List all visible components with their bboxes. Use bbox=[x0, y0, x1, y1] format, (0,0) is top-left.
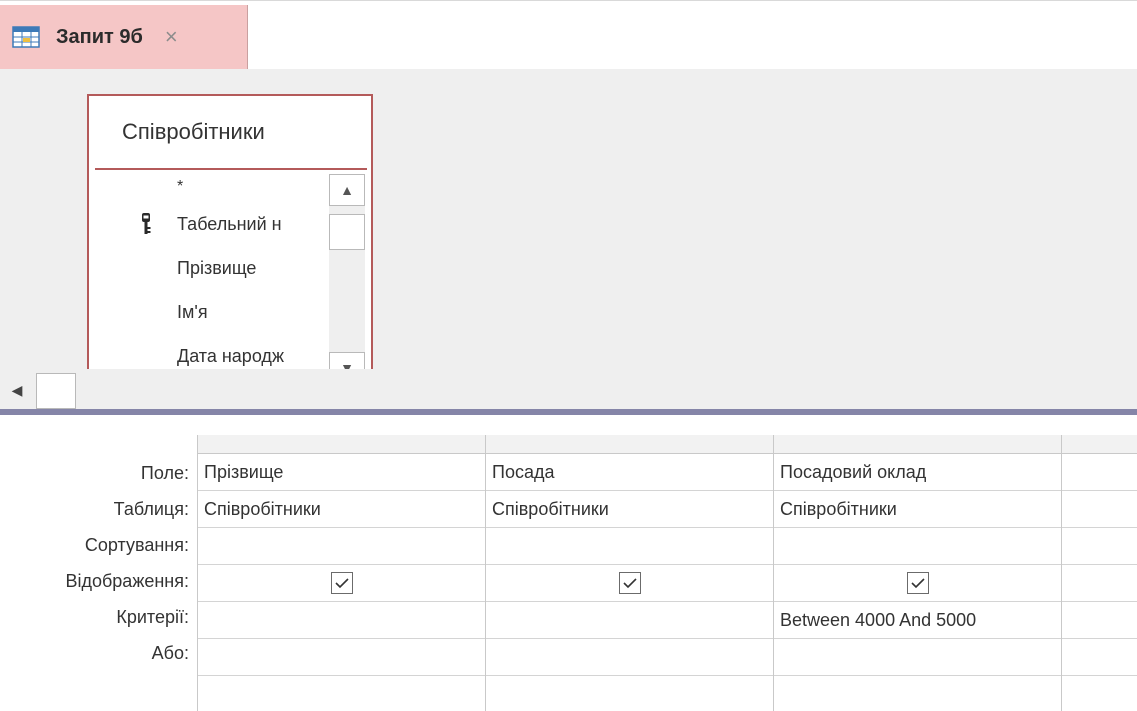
column-selector[interactable] bbox=[198, 435, 485, 454]
field-list-item[interactable]: Ім'я bbox=[89, 290, 327, 334]
field-cell[interactable] bbox=[1062, 454, 1137, 491]
table-cell[interactable]: Співробітники bbox=[774, 491, 1061, 528]
show-cell[interactable] bbox=[198, 565, 485, 602]
design-area-horizontal-scrollbar[interactable]: ◀ bbox=[0, 369, 1137, 409]
criteria-cell[interactable] bbox=[198, 602, 485, 639]
scroll-down-icon[interactable]: ▼ bbox=[329, 352, 365, 369]
table-field-list-title[interactable]: Співробітники bbox=[89, 96, 371, 168]
show-checkbox[interactable] bbox=[906, 572, 929, 594]
field-list-item-label: Табельний н bbox=[177, 214, 282, 234]
field-list-item[interactable]: Дата народж bbox=[89, 334, 327, 369]
table-field-list[interactable]: Співробітники * Табельний н Прізвище Ім'… bbox=[87, 94, 373, 369]
field-list-item-label: Прізвище bbox=[177, 258, 257, 278]
row-label-criteria: Критерії: bbox=[116, 607, 189, 627]
criteria-cell[interactable] bbox=[486, 602, 773, 639]
row-label-or: Або: bbox=[151, 643, 189, 663]
field-list-item-label: Дата народж bbox=[177, 346, 284, 366]
column-selector[interactable] bbox=[486, 435, 773, 454]
checkmark-icon bbox=[622, 578, 637, 589]
sort-cell[interactable] bbox=[774, 528, 1061, 565]
field-list-item-label: Ім'я bbox=[177, 302, 208, 322]
row-label-show: Відображення: bbox=[65, 571, 189, 591]
query-design-grid: Поле: Таблиця: Сортування: Відображення:… bbox=[0, 415, 1137, 711]
show-checkbox[interactable] bbox=[618, 572, 641, 594]
row-label-table: Таблиця: bbox=[113, 499, 189, 519]
grid-column: Прізвище Співробітники bbox=[198, 435, 486, 711]
close-tab-icon[interactable]: × bbox=[165, 26, 178, 48]
table-cell[interactable]: Співробітники bbox=[486, 491, 773, 528]
sort-cell[interactable] bbox=[198, 528, 485, 565]
scroll-up-icon[interactable]: ▲ bbox=[329, 174, 365, 206]
or-cell[interactable] bbox=[486, 639, 773, 676]
field-list-item-all[interactable]: * bbox=[89, 172, 327, 202]
field-list-item-primary-key[interactable]: Табельний н bbox=[89, 202, 327, 246]
horizontal-scrollbar-thumb[interactable] bbox=[36, 373, 76, 409]
row-label-sort: Сортування: bbox=[84, 535, 189, 555]
or-cell[interactable] bbox=[774, 639, 1061, 676]
field-cell[interactable]: Прізвище bbox=[198, 454, 485, 491]
grid-column: Посада Співробітники bbox=[486, 435, 774, 711]
query-design-icon bbox=[12, 26, 40, 48]
field-list-item[interactable]: Прізвище bbox=[89, 246, 327, 290]
show-cell[interactable] bbox=[1062, 565, 1137, 602]
or-cell[interactable] bbox=[198, 639, 485, 676]
table-cell[interactable]: Співробітники bbox=[198, 491, 485, 528]
table-cell[interactable] bbox=[1062, 491, 1137, 528]
field-list: * Табельний н Прізвище Ім'я Дата народж bbox=[89, 172, 327, 369]
show-checkbox[interactable] bbox=[330, 572, 353, 594]
field-list-item-label: * bbox=[177, 178, 184, 195]
criteria-cell[interactable] bbox=[1062, 602, 1137, 639]
show-cell[interactable] bbox=[486, 565, 773, 602]
sort-cell[interactable] bbox=[1062, 528, 1137, 565]
scrollbar-thumb[interactable] bbox=[329, 214, 365, 250]
grid-column: Посадовий оклад Співробітники Between 40… bbox=[774, 435, 1062, 711]
column-selector[interactable] bbox=[774, 435, 1061, 454]
row-label-field: Поле: bbox=[140, 463, 189, 483]
query-design-area: Співробітники * Табельний н Прізвище Ім'… bbox=[0, 69, 1137, 369]
column-selector[interactable] bbox=[1062, 435, 1137, 454]
scroll-left-icon[interactable]: ◀ bbox=[0, 373, 34, 407]
grid-column bbox=[1062, 435, 1137, 711]
show-cell[interactable] bbox=[774, 565, 1061, 602]
or-cell[interactable] bbox=[1062, 639, 1137, 676]
design-grid: Прізвище Співробітники Посада Співробітн… bbox=[197, 435, 1137, 711]
tab-title: Запит 9б bbox=[56, 25, 143, 48]
table-title-divider bbox=[95, 168, 367, 170]
checkmark-icon bbox=[910, 578, 925, 589]
query-tab[interactable]: Запит 9б × bbox=[0, 5, 248, 69]
criteria-cell[interactable]: Between 4000 And 5000 bbox=[774, 602, 1061, 639]
sort-cell[interactable] bbox=[486, 528, 773, 565]
primary-key-icon bbox=[142, 213, 151, 234]
field-list-scrollbar[interactable]: ▲ ▼ bbox=[329, 174, 365, 369]
field-cell[interactable]: Посадовий оклад bbox=[774, 454, 1061, 491]
checkmark-icon bbox=[334, 578, 349, 589]
field-cell[interactable]: Посада bbox=[486, 454, 773, 491]
document-tab-bar: Запит 9б × bbox=[0, 0, 1137, 70]
grid-row-labels: Поле: Таблиця: Сортування: Відображення:… bbox=[0, 455, 193, 671]
